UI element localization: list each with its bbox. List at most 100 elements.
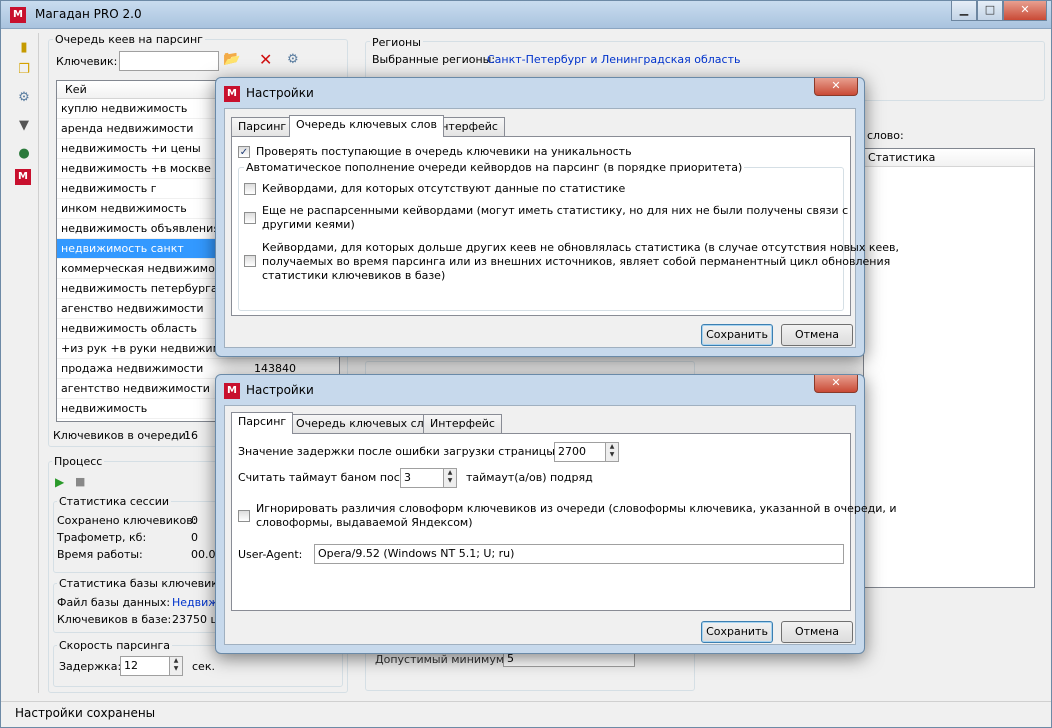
saved-value: 0 bbox=[191, 514, 198, 527]
delay-label: Задержка: bbox=[59, 660, 122, 673]
db-file-label: Файл базы данных: bbox=[57, 596, 171, 609]
play-icon[interactable]: ▶ bbox=[55, 475, 64, 489]
db-count-label: Ключевиков в базе: bbox=[57, 613, 172, 626]
column-stats[interactable]: Статистика bbox=[868, 151, 935, 164]
user-agent-input[interactable]: Opera/9.52 (Windows NT 5.1; U; ru) bbox=[314, 544, 844, 564]
stop-icon[interactable]: ■ bbox=[75, 475, 85, 488]
queue-count-label: Ключевиков в очереди: bbox=[53, 429, 190, 442]
dialog-close-button[interactable]: ✕ bbox=[814, 78, 858, 96]
minimize-button[interactable]: ▁ bbox=[951, 1, 977, 21]
error-delay-input[interactable]: 2700 bbox=[554, 442, 606, 462]
dialog-body: Парсинг Очередь ключевых слов Интерфейс … bbox=[224, 108, 899, 348]
close-button[interactable]: ✕ bbox=[1003, 1, 1047, 21]
process-title: Процесс bbox=[52, 455, 105, 468]
dialog-title: Настройки bbox=[246, 86, 314, 100]
magadan-icon[interactable]: M bbox=[15, 169, 31, 185]
list-item-keyword: недвижимость область bbox=[61, 322, 197, 335]
speed-title: Скорость парсинга bbox=[57, 639, 173, 652]
list-item-keyword: продажа недвижимости bbox=[61, 362, 204, 375]
list-item-keyword: недвижимость +в москве bbox=[61, 162, 211, 175]
save-button[interactable]: Сохранить bbox=[701, 621, 773, 643]
maximize-button[interactable]: □ bbox=[977, 1, 1003, 21]
status-bar: Настройки сохранены bbox=[1, 701, 1051, 728]
database-icon[interactable]: ▮ bbox=[15, 39, 33, 57]
delete-icon[interactable]: ✕ bbox=[259, 50, 272, 69]
cancel-button[interactable]: Отмена bbox=[781, 621, 853, 643]
ignore-forms-label-2: словоформы, выдаваемой Яндексом) bbox=[256, 516, 473, 529]
stats-header: Статистика bbox=[864, 149, 1034, 167]
keyword-input[interactable] bbox=[119, 51, 219, 71]
db-count-value: 23750 ш bbox=[172, 613, 221, 626]
tab-parsing[interactable]: Парсинг bbox=[231, 412, 294, 434]
traffic-label: Трафометр, кб: bbox=[57, 531, 147, 544]
list-item-keyword: недвижимость санкт bbox=[61, 242, 184, 255]
settings-dialog-parsing: M Настройки ✕ Парсинг Очередь ключевых с… bbox=[215, 374, 897, 654]
traffic-value: 0 bbox=[191, 531, 198, 544]
globe-icon[interactable]: ● bbox=[15, 145, 33, 163]
dialog-close-button[interactable]: ✕ bbox=[814, 375, 858, 393]
side-toolbar: ▮ ❐ ⚙ ▼ ● M bbox=[9, 33, 39, 693]
tab-keyword-queue[interactable]: Очередь ключевых слов bbox=[289, 115, 444, 137]
cancel-button[interactable]: Отмена bbox=[781, 324, 853, 346]
regions-label: Выбранные регионы: bbox=[372, 53, 496, 66]
regions-title: Регионы bbox=[370, 36, 423, 49]
unique-checkbox[interactable]: ✓ bbox=[238, 146, 250, 158]
status-text: Настройки сохранены bbox=[15, 706, 156, 720]
list-item-keyword: коммерческая недвижимость bbox=[61, 262, 234, 275]
delay-input[interactable]: 12 bbox=[120, 656, 170, 676]
list-item-keyword: недвижимость петербурга bbox=[61, 282, 218, 295]
queue-group-title: Очередь кеев на парсинг bbox=[53, 33, 205, 46]
timeout-label: Считать таймаут баном после bbox=[238, 471, 414, 484]
stats-list[interactable]: Статистика bbox=[863, 148, 1035, 588]
word-label: слово: bbox=[867, 129, 904, 142]
list-item-keyword: недвижимость +и цены bbox=[61, 142, 201, 155]
db-stats-title: Статистика базы ключевиков bbox=[57, 577, 234, 590]
opt2-label-2: другими кеями) bbox=[262, 218, 355, 231]
app-icon: M bbox=[10, 7, 26, 23]
save-button[interactable]: Сохранить bbox=[701, 324, 773, 346]
opt2-checkbox[interactable] bbox=[244, 212, 256, 224]
opt2-label-1: Еще не распарсенными кейвордами (могут и… bbox=[262, 204, 849, 217]
settings-dialog-queue: M Настройки ✕ Парсинг Очередь ключевых с… bbox=[215, 77, 899, 357]
open-folder-icon[interactable]: 📂 bbox=[223, 51, 240, 67]
dialog-body: Парсинг Очередь ключевых слов Интерфейс … bbox=[224, 405, 897, 645]
timeout-spinner[interactable]: ▲ ▼ bbox=[443, 468, 457, 488]
opt3-label-1: Кейвордами, для которых дольше других ке… bbox=[262, 241, 899, 254]
properties-icon[interactable]: ⚙ bbox=[287, 52, 299, 67]
filter-icon[interactable]: ▼ bbox=[15, 117, 33, 135]
dialog-title: Настройки bbox=[246, 383, 314, 397]
settings-icon[interactable]: ⚙ bbox=[15, 89, 33, 107]
list-item-keyword: агенство недвижимости bbox=[61, 302, 204, 315]
tab-parsing[interactable]: Парсинг bbox=[231, 117, 294, 136]
timeout-input[interactable]: 3 bbox=[400, 468, 444, 488]
delay-spinner[interactable]: ▲ ▼ bbox=[169, 656, 183, 676]
opt3-label-2: получаемых во время парсинга или из внеш… bbox=[262, 255, 891, 268]
list-item-keyword: куплю недвижимость bbox=[61, 102, 188, 115]
ignore-forms-label-1: Игнорировать различия словоформ ключевик… bbox=[256, 502, 897, 515]
column-key[interactable]: Кей bbox=[65, 83, 87, 96]
list-item-keyword: недвижимость объявления bbox=[61, 222, 220, 235]
dialog-app-icon: M bbox=[224, 86, 240, 102]
minimum-label: Допустимый минимум: bbox=[375, 653, 508, 666]
ignore-forms-checkbox[interactable] bbox=[238, 510, 250, 522]
opt3-checkbox[interactable] bbox=[244, 255, 256, 267]
regions-link[interactable]: Санкт-Петербург и Ленинградская область bbox=[487, 53, 740, 66]
list-item-keyword: недвижимость bbox=[61, 402, 148, 415]
opt1-checkbox[interactable] bbox=[244, 183, 256, 195]
dialog-app-icon: M bbox=[224, 383, 240, 399]
window-title: Магадан PRO 2.0 bbox=[35, 7, 142, 21]
list-item-keyword: инком недвижимость bbox=[61, 202, 187, 215]
session-stats-title: Статистика сессии bbox=[57, 495, 172, 508]
timeout-suffix: таймаут(а/ов) подряд bbox=[466, 471, 593, 484]
pages-icon[interactable]: ❐ bbox=[15, 61, 33, 79]
error-delay-spinner[interactable]: ▲ ▼ bbox=[605, 442, 619, 462]
title-bar[interactable]: M Магадан PRO 2.0 ▁ □ ✕ bbox=[1, 1, 1051, 29]
list-item-keyword: аренда недвижимости bbox=[61, 122, 194, 135]
db-file-link[interactable]: Недвиж bbox=[172, 596, 218, 609]
unique-label: Проверять поступающие в очередь ключевик… bbox=[256, 145, 632, 158]
parsing-tab-panel: Значение задержки после ошибки загрузки … bbox=[231, 433, 897, 611]
autofill-title: Автоматическое пополнение очереди кейвор… bbox=[244, 161, 745, 174]
tab-keyword-queue[interactable]: Очередь ключевых слов bbox=[289, 414, 444, 433]
queue-count-value: 16 bbox=[184, 429, 198, 442]
tab-interface[interactable]: Интерфейс bbox=[423, 414, 502, 433]
